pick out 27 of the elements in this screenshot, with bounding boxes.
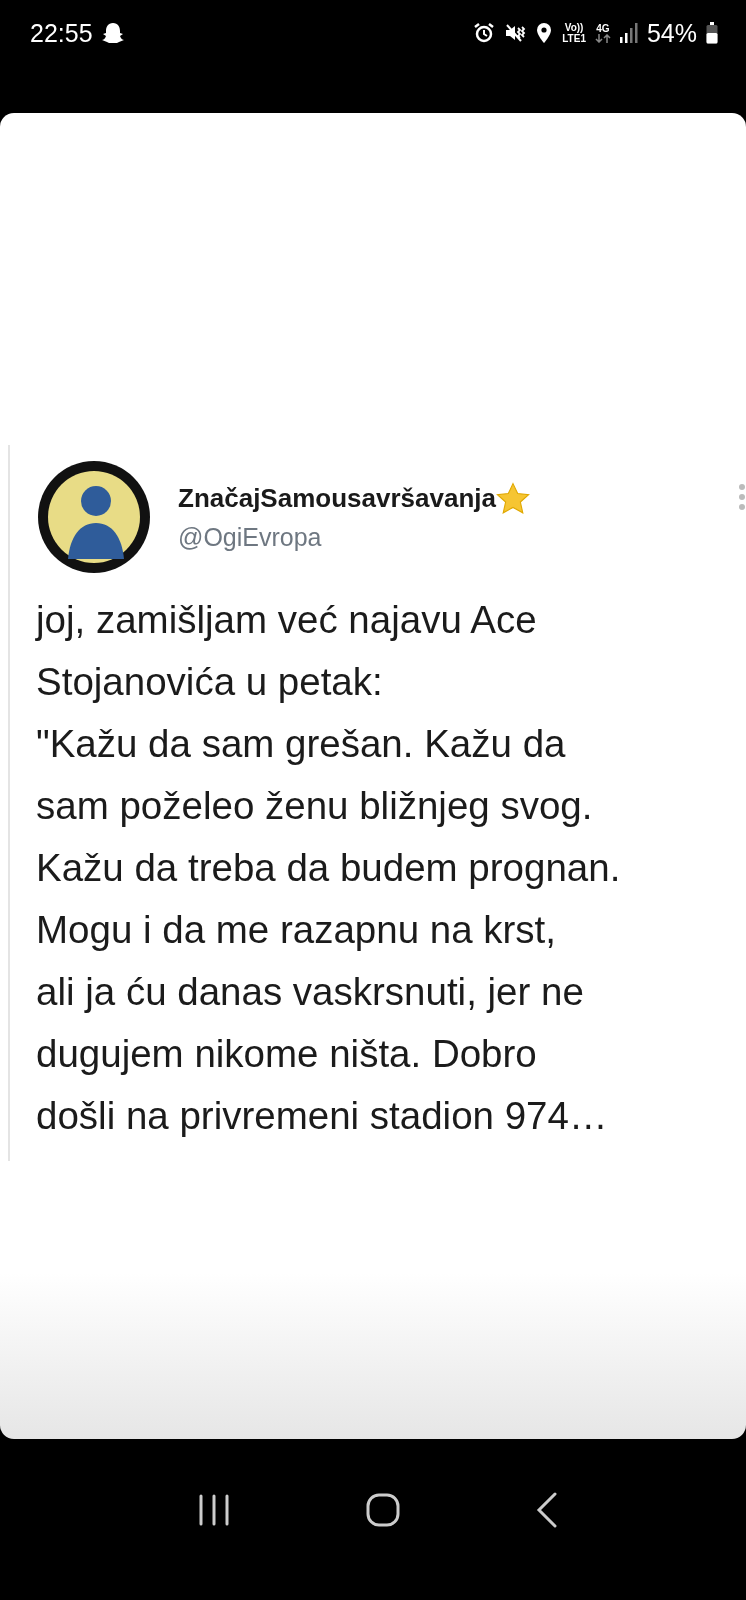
back-icon[interactable]	[536, 1491, 558, 1528]
battery-percent: 54%	[646, 18, 697, 48]
lte-label: LTE1	[562, 33, 586, 44]
tweet-text-line: došli na privremeni stadion 974…	[36, 1093, 608, 1139]
tweet-text-line: joj, zamišljam već najavu Ace	[36, 597, 537, 643]
tweet-text-line: Mogu i da me razapnu na krst,	[36, 907, 556, 953]
data-arrows-icon	[594, 34, 611, 43]
tweet-text-line: Kažu da treba da budem prognan.	[36, 845, 621, 891]
signal-icon	[619, 23, 638, 43]
recent-apps-icon[interactable]	[198, 1493, 230, 1526]
battery-icon	[706, 22, 718, 44]
display-name: ZnačajSamousavršavanja	[178, 483, 496, 514]
tweet-text-line: ali ja ću danas vaskrsnuti, jer ne	[36, 969, 584, 1015]
ghost-icon	[100, 22, 125, 44]
tweet-text-line: Stojanovića u petak:	[36, 659, 383, 705]
clock: 22:55	[30, 18, 93, 48]
network-label: 4G	[596, 23, 610, 34]
alarm-icon	[473, 22, 496, 44]
location-icon	[535, 22, 554, 44]
tweet-text-line: sam poželeo ženu bližnjeg svog.	[36, 783, 593, 829]
volte-label: Vo))	[564, 22, 584, 33]
home-icon[interactable]	[366, 1492, 400, 1527]
tweet-text-line: dugujem nikome ništa. Dobro	[36, 1031, 537, 1077]
mute-icon	[504, 22, 527, 44]
tweet-text-line: "Kažu da sam grešan. Kažu da	[36, 721, 566, 767]
user-handle: @OgiEvropa	[178, 523, 323, 552]
star-icon	[495, 482, 530, 515]
